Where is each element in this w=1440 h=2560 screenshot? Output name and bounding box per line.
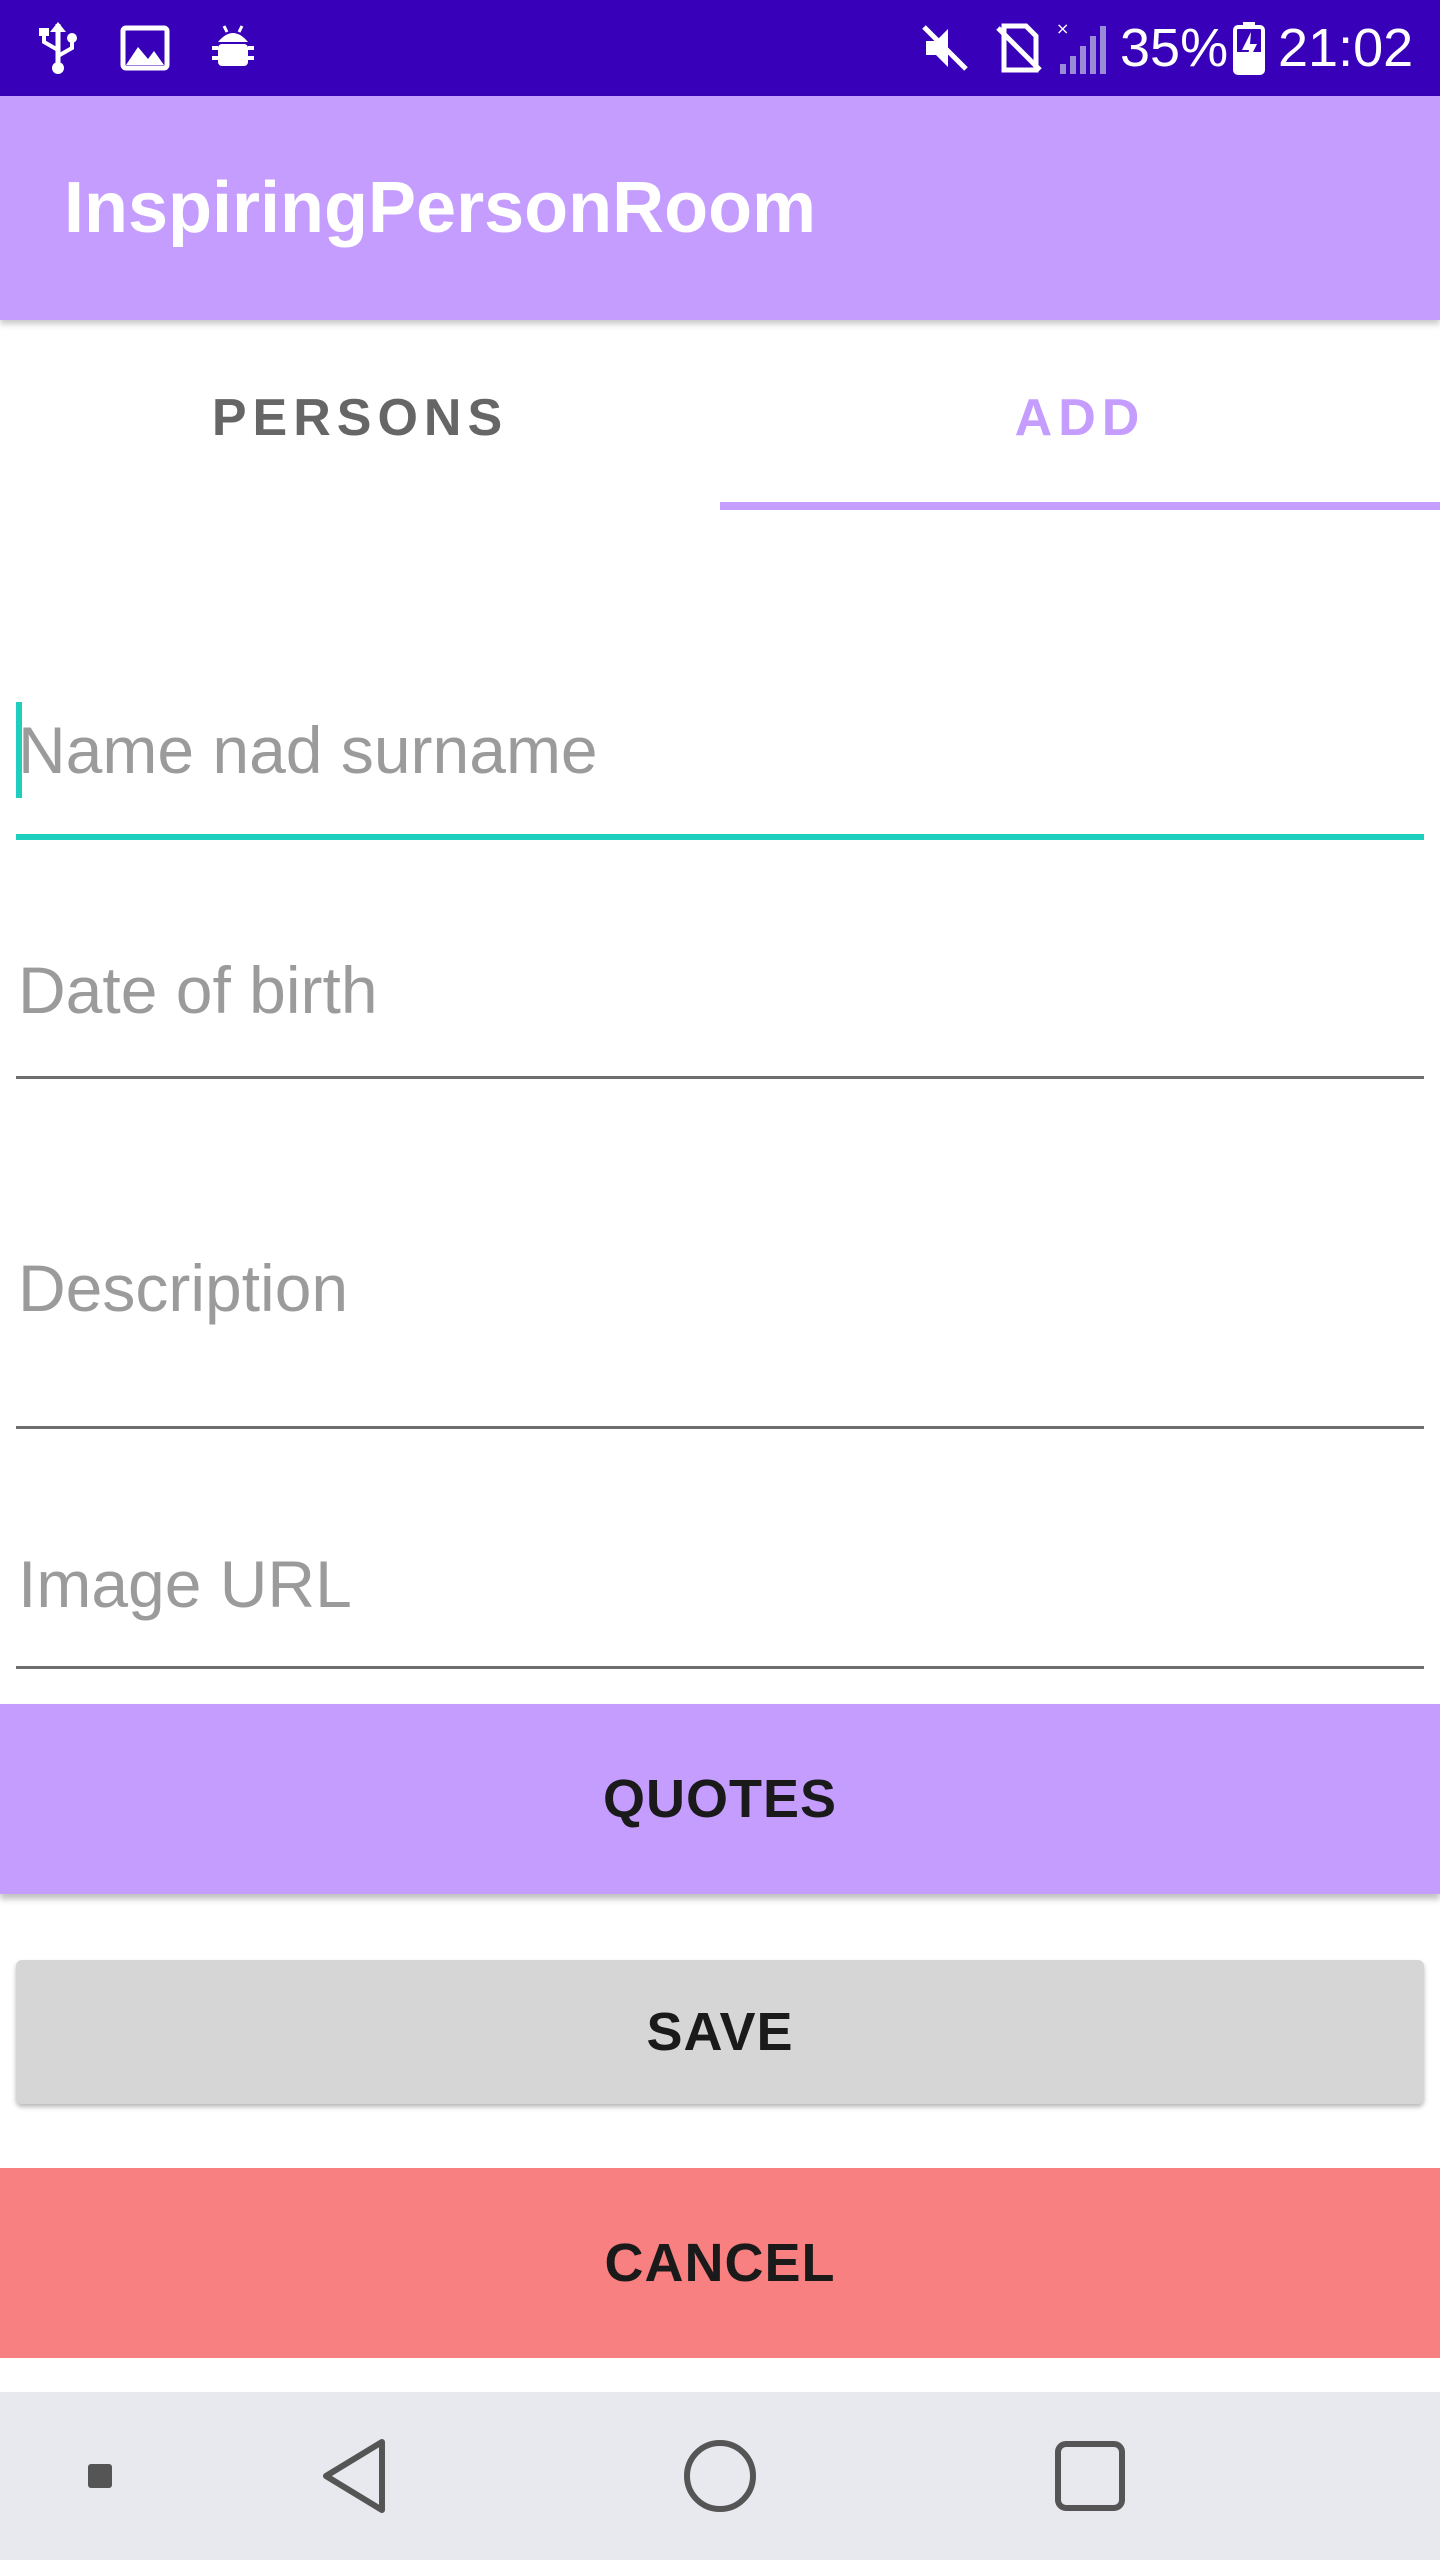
name-surname-input[interactable]: [18, 700, 1426, 800]
navigation-bar: [0, 2392, 1440, 2560]
date-of-birth-input[interactable]: [18, 940, 1426, 1040]
name-field-container: [16, 700, 1426, 846]
description-field-container: [16, 1238, 1426, 1430]
dob-field-underline: [16, 1076, 1424, 1079]
back-icon[interactable]: [300, 2392, 410, 2560]
usb-icon: [36, 18, 80, 78]
tab-bar: PERSONS ADD: [0, 320, 1440, 512]
description-input[interactable]: [18, 1238, 1426, 1338]
battery-charging-icon: [1232, 18, 1266, 78]
home-icon[interactable]: [665, 2392, 775, 2560]
tab-add[interactable]: ADD: [720, 320, 1440, 512]
status-time: 21:02: [1278, 18, 1414, 78]
status-bar: × 35% 21:02: [0, 0, 1440, 96]
save-button[interactable]: SAVE: [16, 1960, 1424, 2104]
mute-icon: [920, 18, 970, 78]
description-field-underline: [16, 1426, 1424, 1429]
android-debug-icon: [208, 18, 258, 78]
image-url-input[interactable]: [18, 1534, 1426, 1634]
signal-icon: ×: [1056, 18, 1110, 78]
svg-text:×: ×: [1056, 20, 1069, 38]
image-icon: [120, 18, 170, 78]
image-url-field-container: [16, 1534, 1426, 1674]
menu-dot-icon[interactable]: [60, 2392, 140, 2560]
image-url-field-underline: [16, 1666, 1424, 1669]
battery-percent: 35%: [1120, 18, 1229, 78]
tab-persons[interactable]: PERSONS: [0, 320, 720, 512]
app-title: InspiringPersonRoom: [64, 168, 817, 248]
cancel-button[interactable]: CANCEL: [0, 2168, 1440, 2358]
no-sim-icon: [994, 18, 1042, 78]
recents-icon[interactable]: [1035, 2392, 1145, 2560]
quotes-button[interactable]: QUOTES: [0, 1704, 1440, 1894]
app-bar: InspiringPersonRoom: [0, 96, 1440, 320]
name-field-underline: [16, 834, 1424, 840]
tab-indicator: [720, 502, 1440, 510]
dob-field-container: [16, 940, 1426, 1080]
